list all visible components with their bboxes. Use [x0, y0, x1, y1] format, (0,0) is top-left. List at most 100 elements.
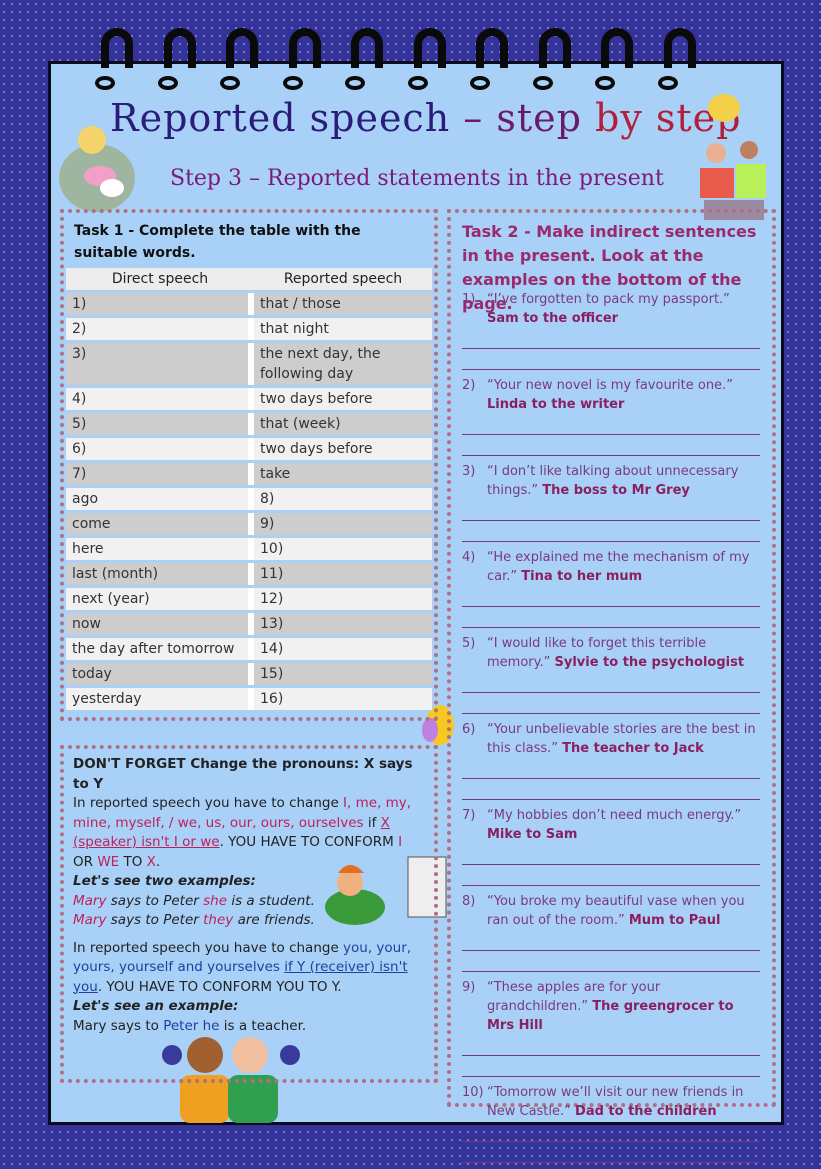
table-row: here 10) — [66, 538, 432, 560]
direct-speech-cell[interactable]: 1) — [66, 293, 254, 315]
direct-speech-cell[interactable]: the day after tomorrow — [66, 638, 254, 660]
answer-line[interactable] — [462, 951, 760, 972]
answer-line[interactable] — [462, 435, 760, 456]
item-number: 6) — [462, 722, 476, 737]
item-number: 4) — [462, 550, 476, 565]
exercise-item: 4) “He explained me the mechanism of my c… — [462, 548, 760, 586]
direct-speech-cell[interactable]: 6) — [66, 438, 254, 460]
answer-line[interactable] — [462, 1056, 760, 1077]
direct-speech-cell[interactable]: ago — [66, 488, 254, 510]
table-row: next (year) 12) — [66, 588, 432, 610]
reported-speech-cell[interactable]: 8) — [254, 488, 432, 510]
answer-line[interactable] — [462, 500, 760, 521]
direct-speech-cell[interactable]: today — [66, 663, 254, 685]
reported-speech-cell[interactable]: that (week) — [254, 413, 432, 435]
reported-speech-cell[interactable]: two days before — [254, 438, 432, 460]
note-heading: DON'T FORGET Change the pronouns: X says… — [73, 756, 413, 792]
reported-speech-cell[interactable]: 10) — [254, 538, 432, 560]
reported-speech-cell[interactable]: 9) — [254, 513, 432, 535]
table-row: today 15) — [66, 663, 432, 685]
direct-speech-cell[interactable]: here — [66, 538, 254, 560]
exercise-item: 6) “Your unbelievable stories are the bes… — [462, 720, 760, 758]
answer-line[interactable] — [462, 930, 760, 951]
spiral-ring — [345, 28, 383, 90]
spiral-ring — [282, 28, 321, 90]
reported-speech-cell[interactable]: take — [254, 463, 432, 485]
exercise-item: 3) “I don’t like talking about unnecessar… — [462, 462, 760, 500]
direct-speech-cell[interactable]: 2) — [66, 318, 254, 340]
reported-speech-cell[interactable]: two days before — [254, 388, 432, 410]
answer-line[interactable] — [462, 844, 760, 865]
answer-line[interactable] — [462, 672, 760, 693]
task1-instructions: Task 1 - Complete the table with the sui… — [74, 223, 361, 261]
table-row: 6) two days before — [66, 438, 432, 460]
direct-speech-cell[interactable]: 4) — [66, 388, 254, 410]
exercise-item: 5) “I would like to forget this terrible … — [462, 634, 760, 672]
exercise-item: 8) “You broke my beautiful vase when you … — [462, 892, 760, 930]
spiral-binding — [95, 28, 745, 90]
item-quote: “My hobbies don’t need much energy.” — [487, 808, 742, 823]
spiral-ring — [220, 28, 258, 90]
answer-line[interactable] — [462, 328, 760, 349]
answer-line[interactable] — [462, 758, 760, 779]
item-speaker: Sam to the officer — [487, 311, 619, 326]
answer-line[interactable] — [462, 1142, 760, 1163]
example-3: Mary says to Peter he is a teacher. — [73, 1017, 307, 1034]
spiral-ring — [657, 28, 696, 90]
direct-speech-cell[interactable]: 5) — [66, 413, 254, 435]
reported-speech-cell[interactable]: 13) — [254, 613, 432, 635]
item-number: 9) — [462, 980, 476, 995]
reported-speech-cell[interactable]: 15) — [254, 663, 432, 685]
note-paragraph-2: In reported speech you have to change yo… — [73, 939, 412, 995]
item-speaker: Dad to the children — [575, 1104, 717, 1119]
exercise-item: 2) “Your new novel is my favourite one.” … — [462, 376, 760, 414]
table-row: 5) that (week) — [66, 413, 432, 435]
item-speaker: Linda to the writer — [487, 397, 625, 412]
note-paragraph-1: In reported speech you have to change I,… — [73, 795, 412, 870]
answer-line[interactable] — [462, 586, 760, 607]
direct-speech-cell[interactable]: yesterday — [66, 688, 254, 710]
direct-speech-cell[interactable]: 3) — [66, 343, 254, 385]
answer-line[interactable] — [462, 521, 760, 542]
table-row: 3) the next day, the following day — [66, 343, 432, 385]
item-number: 10) — [462, 1085, 484, 1100]
girl-on-phone-clipart — [59, 126, 135, 212]
table-row: come 9) — [66, 513, 432, 535]
direct-speech-cell[interactable]: come — [66, 513, 254, 535]
table-row: last (month) 11) — [66, 563, 432, 585]
direct-speech-cell[interactable]: 7) — [66, 463, 254, 485]
direct-speech-cell[interactable]: next (year) — [66, 588, 254, 610]
answer-line[interactable] — [462, 865, 760, 886]
spiral-ring — [595, 28, 633, 90]
reported-speech-cell[interactable]: 12) — [254, 588, 432, 610]
reported-speech-cell[interactable]: 14) — [254, 638, 432, 660]
answer-line[interactable] — [462, 349, 760, 370]
item-speaker: Mum to Paul — [628, 913, 721, 928]
reported-speech-cell[interactable]: that / those — [254, 293, 432, 315]
item-speaker: Mike to Sam — [487, 827, 578, 842]
task2-exercise-list: 1) “I’ve forgotten to pack my passport.” … — [462, 290, 760, 1169]
answer-line[interactable] — [462, 693, 760, 714]
spiral-ring — [407, 28, 446, 90]
item-speaker: Sylvie to the psychologist — [554, 655, 745, 670]
reported-speech-cell[interactable]: 16) — [254, 688, 432, 710]
item-speaker: The boss to Mr Grey — [542, 483, 690, 498]
reported-speech-cell[interactable]: the next day, the following day — [254, 343, 432, 385]
reported-speech-cell[interactable]: 11) — [254, 563, 432, 585]
title-part-1: Reported speech — [110, 96, 464, 140]
answer-line[interactable] — [462, 1121, 760, 1142]
reported-speech-cell[interactable]: that night — [254, 318, 432, 340]
item-number: 5) — [462, 636, 476, 651]
item-number: 3) — [462, 464, 476, 479]
exercise-item: 1) “I’ve forgotten to pack my passport.” … — [462, 290, 760, 328]
answer-line[interactable] — [462, 414, 760, 435]
answer-line[interactable] — [462, 779, 760, 800]
item-number: 7) — [462, 808, 476, 823]
answer-line[interactable] — [462, 607, 760, 628]
answer-line[interactable] — [462, 1035, 760, 1056]
direct-speech-cell[interactable]: now — [66, 613, 254, 635]
item-number: 8) — [462, 894, 476, 909]
direct-speech-cell[interactable]: last (month) — [66, 563, 254, 585]
examples-heading-2: Let's see an example: — [73, 998, 239, 1014]
example-1: Mary says to Peter she is a student. — [73, 892, 315, 909]
